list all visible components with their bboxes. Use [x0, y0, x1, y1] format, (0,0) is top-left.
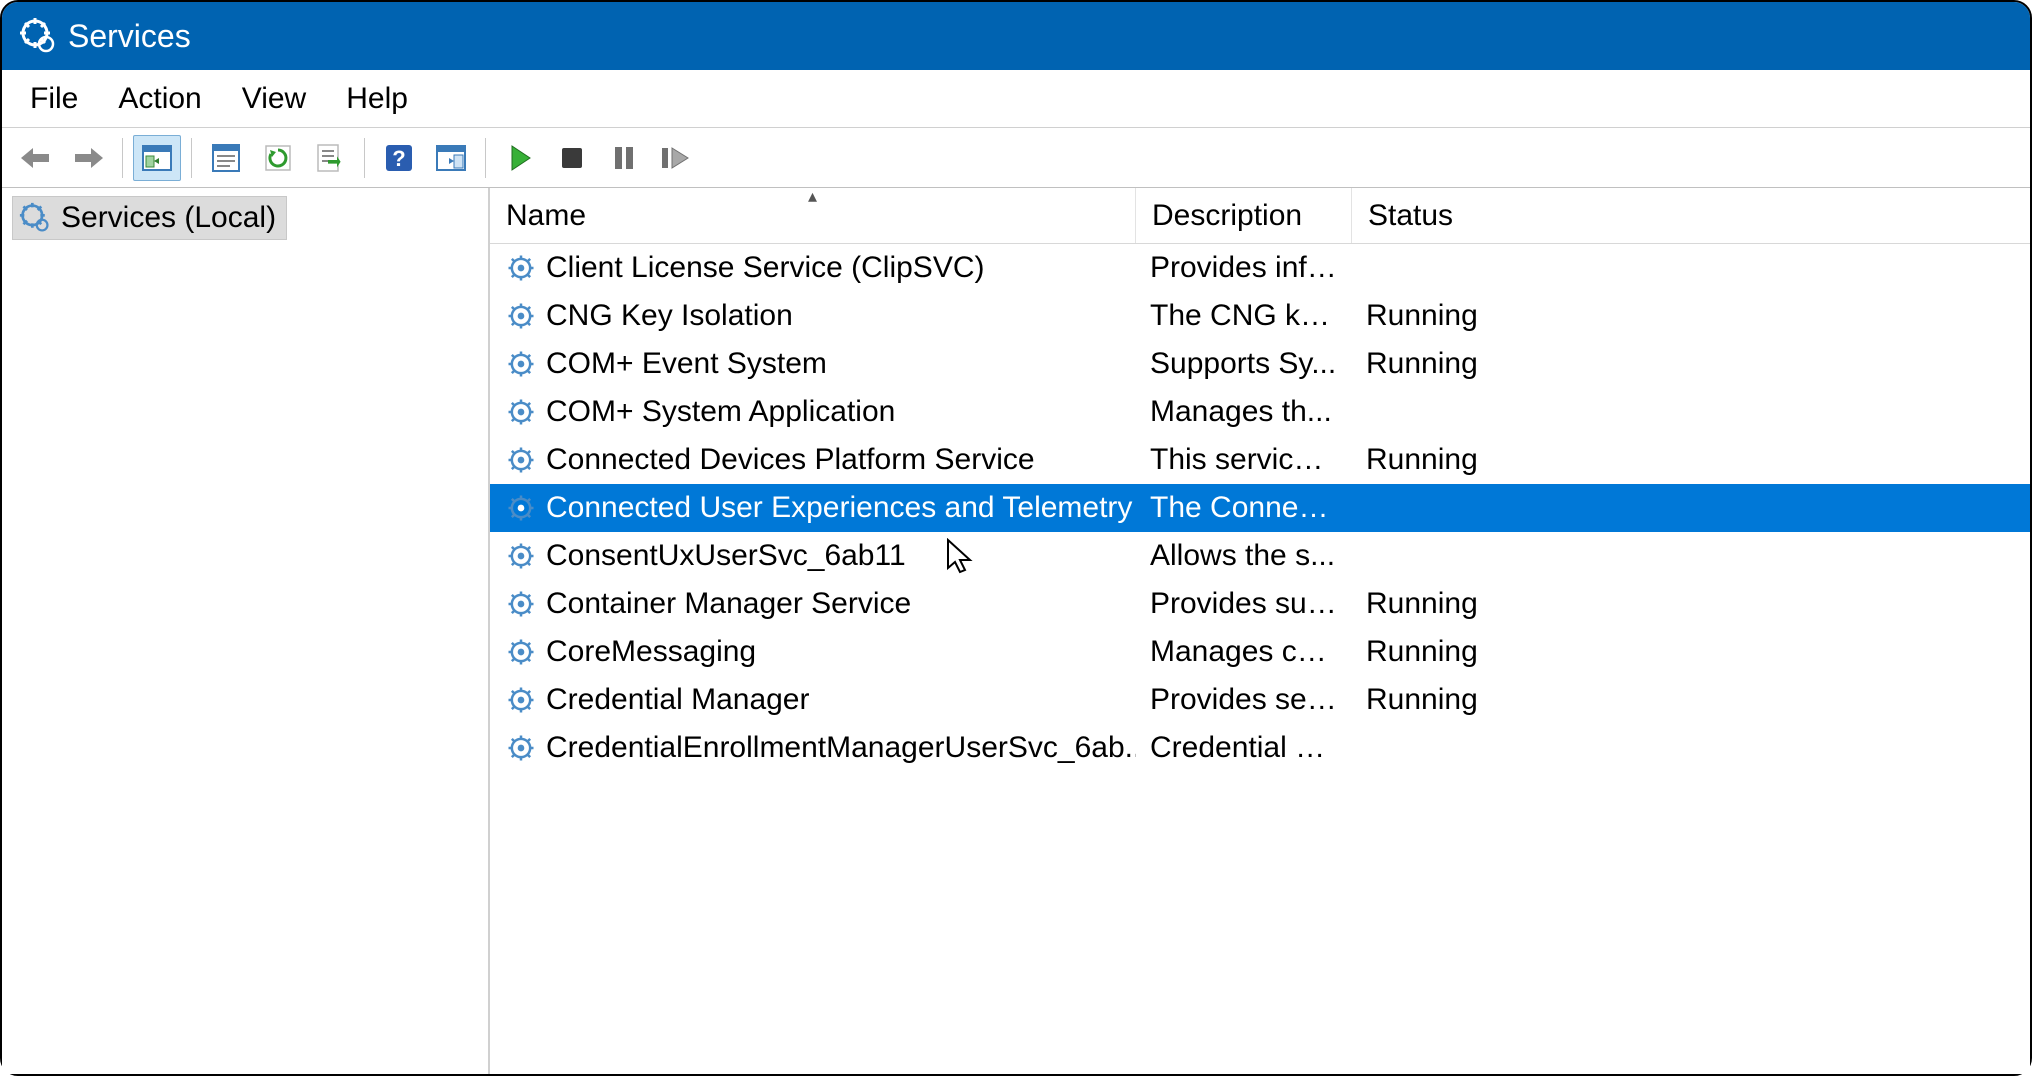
service-description: The Connect... — [1136, 491, 1352, 525]
column-header-description[interactable]: Description — [1136, 188, 1352, 243]
forward-button[interactable] — [64, 135, 112, 181]
menu-help[interactable]: Help — [346, 82, 408, 116]
toolbar: ? — [2, 128, 2030, 188]
service-gear-icon — [504, 589, 538, 619]
services-app-icon — [20, 18, 56, 54]
service-description: Manages th... — [1136, 395, 1352, 429]
content-area: Services (Local) ▴ Name Description Stat… — [2, 188, 2030, 1074]
properties-button[interactable] — [202, 135, 250, 181]
toolbar-separator — [485, 138, 486, 178]
help-button[interactable]: ? — [375, 135, 423, 181]
service-gear-icon — [504, 733, 538, 763]
window-title: Services — [68, 18, 191, 55]
sort-ascending-icon: ▴ — [808, 188, 817, 207]
tree-pane: Services (Local) — [2, 188, 490, 1074]
menu-file[interactable]: File — [30, 82, 78, 116]
service-description: Provides sup... — [1136, 587, 1352, 621]
service-row[interactable]: CoreMessaging Manages co... Running — [490, 628, 2030, 676]
svg-text:?: ? — [392, 146, 405, 171]
service-gear-icon — [504, 685, 538, 715]
tree-root-node[interactable]: Services (Local) — [12, 196, 287, 240]
column-status-label: Status — [1368, 199, 1453, 233]
start-service-button[interactable] — [496, 135, 544, 181]
service-name: CredentialEnrollmentManagerUserSvc_6ab..… — [546, 731, 1136, 765]
service-row[interactable]: CredentialEnrollmentManagerUserSvc_6ab..… — [490, 724, 2030, 772]
service-name: Connected Devices Platform Service — [546, 443, 1035, 477]
pause-service-button[interactable] — [600, 135, 648, 181]
menubar: File Action View Help — [2, 70, 2030, 128]
list-pane: ▴ Name Description Status Client License… — [490, 188, 2030, 1074]
toolbar-separator — [122, 138, 123, 178]
column-header-status[interactable]: Status — [1352, 188, 2030, 243]
service-description: Credential E... — [1136, 731, 1352, 765]
column-header-name[interactable]: ▴ Name — [490, 188, 1136, 243]
show-hide-action-pane-button[interactable] — [427, 135, 475, 181]
menu-action[interactable]: Action — [118, 82, 201, 116]
service-description: Allows the s... — [1136, 539, 1352, 573]
services-tree-icon — [19, 202, 51, 234]
service-name: COM+ Event System — [546, 347, 827, 381]
refresh-button[interactable] — [254, 135, 302, 181]
service-description: Provides sec... — [1136, 683, 1352, 717]
service-gear-icon — [504, 493, 538, 523]
service-status: Running — [1352, 299, 2030, 333]
service-row[interactable]: COM+ System Application Manages th... — [490, 388, 2030, 436]
service-gear-icon — [504, 637, 538, 667]
service-row[interactable]: ConsentUxUserSvc_6ab11 Allows the s... — [490, 532, 2030, 580]
titlebar: Services — [2, 2, 2030, 70]
back-button[interactable] — [12, 135, 60, 181]
service-gear-icon — [504, 445, 538, 475]
service-status: Running — [1352, 587, 2030, 621]
service-row[interactable]: Connected User Experiences and Telemetry… — [490, 484, 2030, 532]
service-name: COM+ System Application — [546, 395, 895, 429]
restart-service-button[interactable] — [652, 135, 700, 181]
service-description: Provides infr... — [1136, 251, 1352, 285]
service-description: Manages co... — [1136, 635, 1352, 669]
menu-view[interactable]: View — [242, 82, 306, 116]
service-name: CoreMessaging — [546, 635, 756, 669]
toolbar-separator — [364, 138, 365, 178]
list-header: ▴ Name Description Status — [490, 188, 2030, 244]
export-list-button[interactable] — [306, 135, 354, 181]
service-name: Credential Manager — [546, 683, 809, 717]
service-status: Running — [1352, 347, 2030, 381]
service-name: Client License Service (ClipSVC) — [546, 251, 985, 285]
service-row[interactable]: Client License Service (ClipSVC) Provide… — [490, 244, 2030, 292]
service-row[interactable]: COM+ Event System Supports Sy... Running — [490, 340, 2030, 388]
service-description: Supports Sy... — [1136, 347, 1352, 381]
column-description-label: Description — [1152, 199, 1302, 233]
show-hide-tree-button[interactable] — [133, 135, 181, 181]
service-row[interactable]: Credential Manager Provides sec... Runni… — [490, 676, 2030, 724]
service-row[interactable]: Container Manager Service Provides sup..… — [490, 580, 2030, 628]
stop-service-button[interactable] — [548, 135, 596, 181]
toolbar-separator — [191, 138, 192, 178]
service-gear-icon — [504, 253, 538, 283]
service-name: Connected User Experiences and Telemetry — [546, 491, 1132, 525]
service-gear-icon — [504, 301, 538, 331]
service-status: Running — [1352, 635, 2030, 669]
service-gear-icon — [504, 397, 538, 427]
service-row[interactable]: CNG Key Isolation The CNG ke... Running — [490, 292, 2030, 340]
service-name: ConsentUxUserSvc_6ab11 — [546, 539, 906, 573]
service-name: Container Manager Service — [546, 587, 911, 621]
service-gear-icon — [504, 349, 538, 379]
service-description: The CNG ke... — [1136, 299, 1352, 333]
service-rows: Client License Service (ClipSVC) Provide… — [490, 244, 2030, 772]
service-status: Running — [1352, 443, 2030, 477]
service-status: Running — [1352, 683, 2030, 717]
service-row[interactable]: Connected Devices Platform Service This … — [490, 436, 2030, 484]
column-name-label: Name — [506, 199, 586, 233]
service-gear-icon — [504, 541, 538, 571]
service-description: This service i... — [1136, 443, 1352, 477]
service-name: CNG Key Isolation — [546, 299, 793, 333]
tree-root-label: Services (Local) — [61, 201, 276, 235]
